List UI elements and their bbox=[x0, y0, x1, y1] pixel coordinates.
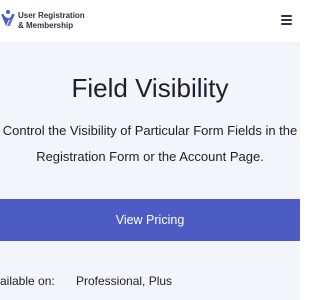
description-line-1: Control the Visibility of Particular For… bbox=[2, 123, 298, 138]
hamburger-menu-icon[interactable] bbox=[281, 15, 292, 25]
ur-logo-icon[interactable] bbox=[0, 8, 16, 32]
feature-description: Control the Visibility of Particular For… bbox=[0, 118, 300, 170]
availability-label: vailable on: bbox=[0, 274, 55, 288]
page: User Registration & Membership Field Vis… bbox=[0, 0, 300, 300]
brand-line-2: & Membership bbox=[18, 21, 74, 30]
page-title: Field Visibility bbox=[71, 73, 229, 103]
view-pricing-button[interactable]: View Pricing bbox=[0, 199, 300, 241]
site-header: User Registration & Membership bbox=[0, 0, 300, 42]
description-line-2: Registration Form or the Account Page. bbox=[36, 149, 264, 164]
brand-name[interactable]: User Registration & Membership bbox=[18, 11, 85, 31]
availability-plans: Professional, Plus bbox=[76, 274, 173, 288]
brand-line-1: User Registration bbox=[18, 11, 85, 20]
